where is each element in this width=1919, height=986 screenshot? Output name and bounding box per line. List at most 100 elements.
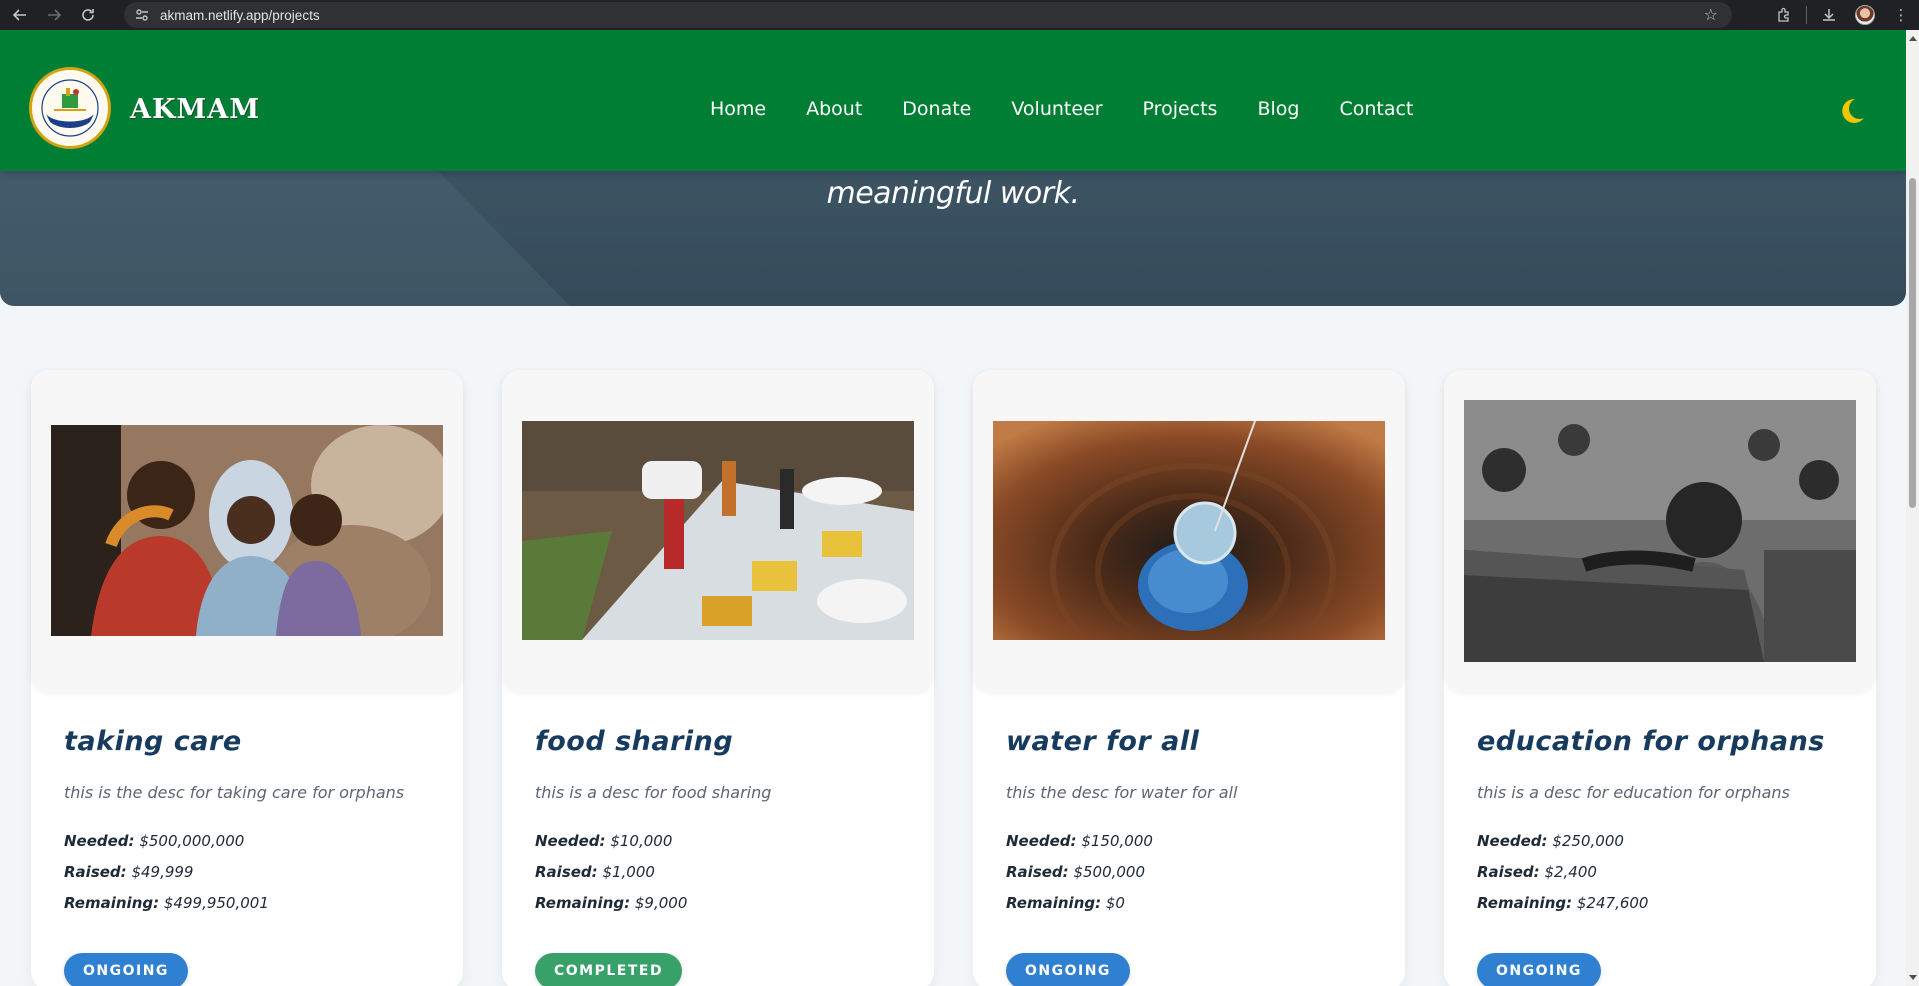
status-badge: COMPLETED <box>535 953 683 986</box>
scroll-up-arrow-icon[interactable] <box>1909 36 1917 41</box>
needed-stat: Needed: $10,000 <box>535 832 672 850</box>
raised-stat: Raised: $2,400 <box>1477 863 1597 881</box>
card-image-frame <box>502 370 934 692</box>
remaining-label: Remaining: <box>64 894 160 912</box>
forward-button[interactable] <box>40 1 68 29</box>
site-info-button[interactable] <box>130 3 154 27</box>
profile-button[interactable] <box>1847 0 1883 30</box>
back-button[interactable] <box>6 1 34 29</box>
needed-label: Needed: <box>1006 832 1077 850</box>
remaining-value: $0 <box>1105 894 1125 912</box>
arrow-left-icon <box>13 9 26 21</box>
remaining-stat: Remaining: $499,950,001 <box>64 894 269 912</box>
needed-label: Needed: <box>64 832 135 850</box>
reload-icon <box>82 9 94 21</box>
card-image-frame <box>1444 370 1876 692</box>
toolbar-divider <box>1806 6 1807 24</box>
project-card-taking-care[interactable]: taking care this is the desc for taking … <box>31 370 463 986</box>
moon-icon <box>1842 98 1864 123</box>
project-image-children <box>51 425 443 636</box>
tune-icon <box>136 9 148 21</box>
raised-stat: Raised: $49,999 <box>64 863 193 881</box>
remaining-stat: Remaining: $247,600 <box>1477 894 1648 912</box>
raised-value: $1,000 <box>602 863 655 881</box>
needed-value: $500,000,000 <box>139 832 245 850</box>
project-description: this the desc for water for all <box>1006 783 1238 802</box>
needed-stat: Needed: $250,000 <box>1477 832 1624 850</box>
nav-blog[interactable]: Blog <box>1257 98 1299 120</box>
avatar <box>1855 5 1875 25</box>
remaining-label: Remaining: <box>535 894 631 912</box>
raised-stat: Raised: $1,000 <box>535 863 655 881</box>
status-badge: ONGOING <box>1006 953 1130 986</box>
project-title[interactable]: taking care <box>64 726 242 757</box>
project-card-food-sharing[interactable]: food sharing this is a desc for food sha… <box>502 370 934 986</box>
akmam-logo[interactable] <box>29 67 111 149</box>
main-nav: Home About Donate Volunteer Projects Blo… <box>710 98 1453 120</box>
remaining-stat: Remaining: $0 <box>1006 894 1125 912</box>
remaining-value: $247,600 <box>1576 894 1649 912</box>
extensions-icon[interactable] <box>1766 0 1802 30</box>
nav-contact[interactable]: Contact <box>1339 98 1413 120</box>
brand-name[interactable]: AKMAM <box>130 94 260 125</box>
hero-tagline: meaningful work. <box>826 176 1080 211</box>
projects-grid: taking care this is the desc for taking … <box>31 370 1876 986</box>
needed-label: Needed: <box>1477 832 1548 850</box>
needed-stat: Needed: $150,000 <box>1006 832 1153 850</box>
nav-donate[interactable]: Donate <box>902 98 971 120</box>
needed-label: Needed: <box>535 832 606 850</box>
remaining-stat: Remaining: $9,000 <box>535 894 687 912</box>
raised-label: Raised: <box>1477 863 1540 881</box>
project-title[interactable]: education for orphans <box>1477 726 1825 757</box>
more-menu-icon[interactable]: ⋮ <box>1883 0 1919 30</box>
browser-actions: ⋮ <box>1766 0 1919 30</box>
browser-toolbar: akmam.netlify.app/projects ☆ ⋮ <box>0 0 1919 30</box>
project-image-water-well <box>993 421 1385 640</box>
needed-value: $150,000 <box>1081 832 1153 850</box>
url-text[interactable]: akmam.netlify.app/projects <box>160 8 320 23</box>
nav-projects[interactable]: Projects <box>1143 98 1218 120</box>
needed-value: $10,000 <box>610 832 673 850</box>
download-icon[interactable] <box>1811 0 1847 30</box>
raised-stat: Raised: $500,000 <box>1006 863 1145 881</box>
reload-button[interactable] <box>74 1 102 29</box>
bookmark-star-icon[interactable]: ☆ <box>1704 5 1718 24</box>
nav-about[interactable]: About <box>806 98 862 120</box>
page-viewport: meaningful work. AKMAM Home About Donate… <box>0 30 1906 986</box>
project-title[interactable]: food sharing <box>535 726 733 757</box>
address-bar[interactable]: akmam.netlify.app/projects ☆ <box>124 2 1732 28</box>
card-image-frame <box>973 370 1405 692</box>
raised-label: Raised: <box>535 863 598 881</box>
remaining-label: Remaining: <box>1477 894 1573 912</box>
theme-toggle-button[interactable] <box>1836 96 1866 126</box>
site-header: AKMAM Home About Donate Volunteer Projec… <box>0 30 1906 171</box>
project-image-classroom <box>1464 400 1856 662</box>
card-image-frame <box>31 370 463 692</box>
nav-home[interactable]: Home <box>710 98 766 120</box>
status-badge: ONGOING <box>64 953 188 986</box>
raised-value: $49,999 <box>131 863 194 881</box>
logo-emblem-icon <box>34 72 106 144</box>
project-card-water-for-all[interactable]: water for all this the desc for water fo… <box>973 370 1405 986</box>
needed-value: $250,000 <box>1552 832 1624 850</box>
project-title[interactable]: water for all <box>1006 726 1199 757</box>
arrow-right-icon <box>48 9 61 21</box>
needed-stat: Needed: $500,000,000 <box>64 832 244 850</box>
remaining-value: $499,950,001 <box>163 894 269 912</box>
page-scrollbar[interactable] <box>1906 30 1919 986</box>
project-card-education-for-orphans[interactable]: education for orphans this is a desc for… <box>1444 370 1876 986</box>
project-image-food-distribution <box>522 421 914 640</box>
raised-label: Raised: <box>1006 863 1069 881</box>
scrollbar-thumb[interactable] <box>1909 178 1916 508</box>
status-badge: ONGOING <box>1477 953 1601 986</box>
remaining-label: Remaining: <box>1006 894 1102 912</box>
raised-label: Raised: <box>64 863 127 881</box>
raised-value: $2,400 <box>1544 863 1597 881</box>
remaining-value: $9,000 <box>634 894 688 912</box>
nav-volunteer[interactable]: Volunteer <box>1011 98 1102 120</box>
project-description: this is a desc for food sharing <box>535 783 772 802</box>
scroll-down-arrow-icon[interactable] <box>1909 975 1917 980</box>
project-description: this is a desc for education for orphans <box>1477 783 1790 802</box>
project-description: this is the desc for taking care for orp… <box>64 783 405 802</box>
raised-value: $500,000 <box>1073 863 1146 881</box>
